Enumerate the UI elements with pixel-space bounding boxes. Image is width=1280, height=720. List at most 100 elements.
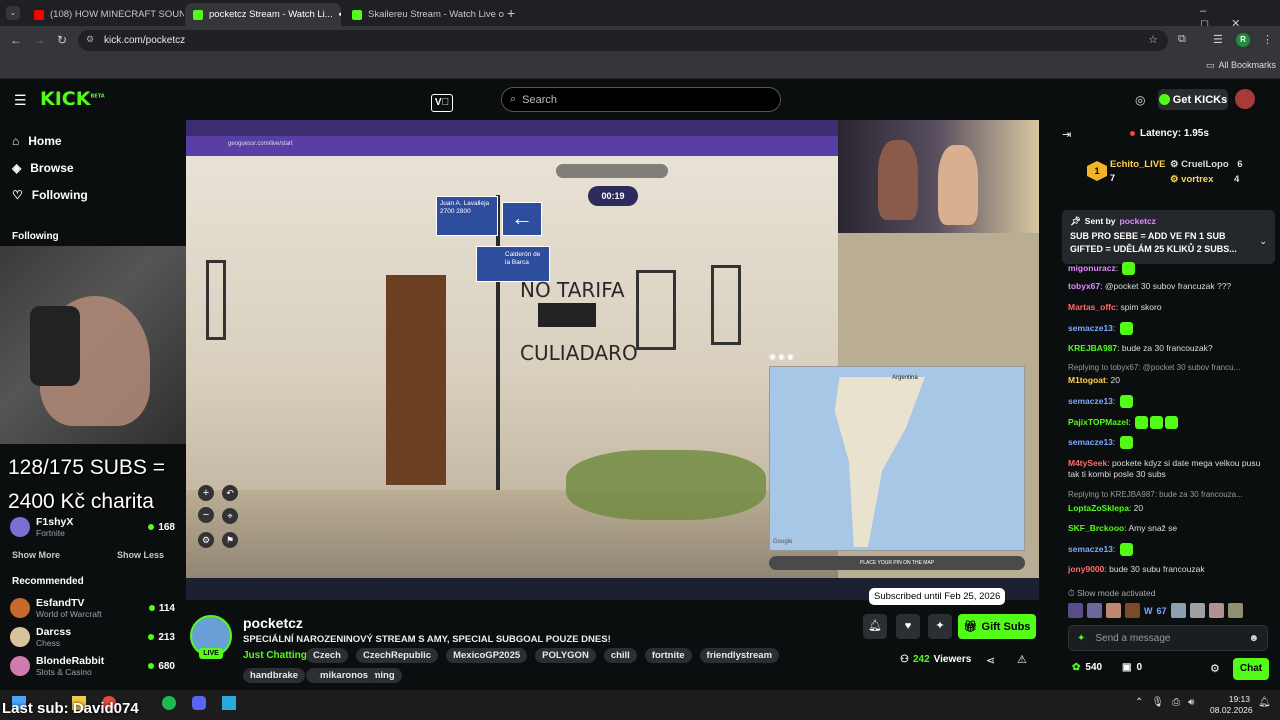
kick-emote-icon[interactable] (1165, 416, 1179, 429)
tag[interactable]: MexicoGP2025 (446, 648, 528, 663)
show-more-button[interactable]: Show More (12, 550, 60, 560)
chat-username[interactable]: semacze13 (1068, 437, 1113, 447)
share-icon[interactable]: ⋖ (986, 654, 995, 667)
bookmark-star-icon[interactable]: ☆ (1148, 33, 1158, 46)
emote[interactable] (1208, 603, 1224, 618)
chat-username[interactable]: tobyx67 (1068, 281, 1100, 291)
emote[interactable] (1068, 603, 1083, 618)
chat-username[interactable]: PajixTOPMazel (1068, 417, 1128, 427)
kick-emote-icon[interactable] (1122, 262, 1136, 275)
spotify-icon[interactable] (162, 696, 176, 710)
discord-icon[interactable] (192, 696, 206, 710)
video-player[interactable]: geoguessr.com/live/start Juan A. Lavalle… (186, 120, 1039, 600)
kick-emote-icon[interactable] (1119, 543, 1133, 556)
chat-username[interactable]: migonuracz (1068, 263, 1116, 273)
kick-logo[interactable]: KICKBETA (40, 88, 105, 110)
tag[interactable]: chill (603, 648, 637, 663)
send-message-input[interactable]: ✦ Send a message ☻ (1068, 625, 1268, 651)
report-icon[interactable]: ⚠ (1017, 653, 1027, 666)
chat-username[interactable]: KREJBA987 (1068, 343, 1117, 353)
forward-icon[interactable]: → (33, 33, 45, 47)
tag[interactable]: handbrake (243, 668, 306, 683)
leaderboard-entry[interactable]: ⚙ CruelLopo 6 (1170, 159, 1243, 170)
leaderboard-entry[interactable]: ⚙ vortrex 4 (1170, 174, 1239, 185)
search-input[interactable]: ⌕ Search (501, 87, 781, 112)
recommended-channel[interactable]: Darcss Chess 213 (10, 625, 175, 649)
notification-icon[interactable]: 🔔︎ (1258, 697, 1271, 708)
chat-username[interactable]: semacze13 (1068, 323, 1113, 333)
zoom-out-button[interactable]: − (198, 507, 214, 523)
collapse-chat-icon[interactable]: ⇥ (1062, 128, 1071, 141)
more-menu-icon[interactable]: ⋮ (1262, 33, 1273, 46)
chat-username[interactable]: LoptaZoSklepa (1068, 503, 1129, 513)
leaderboard-name[interactable]: Echito_LIVE (1110, 159, 1165, 170)
reading-list-icon[interactable]: ☰ (1213, 33, 1223, 46)
profile-avatar[interactable]: R (1236, 33, 1250, 47)
drops-icon[interactable]: ◎ (1135, 93, 1145, 107)
chat-username[interactable]: M4tySeek (1068, 458, 1107, 468)
emote[interactable] (1227, 603, 1243, 618)
follow-heart-icon[interactable]: ♥ (896, 614, 920, 639)
hamburger-menu-icon[interactable]: ☰ (14, 92, 27, 109)
streamer-name[interactable]: pocketcz (243, 615, 303, 631)
tag[interactable]: CzechRepublic (355, 648, 439, 663)
nav-home[interactable]: ⌂ Home (12, 134, 62, 148)
emote[interactable] (1125, 603, 1140, 618)
browser-tab-0[interactable]: (108) HOW MINECRAFT SOUN... × (26, 3, 184, 26)
all-bookmarks-button[interactable]: ▭ All Bookmarks (1206, 60, 1276, 71)
tag[interactable]: friendlystream (699, 648, 780, 663)
place-pin-button[interactable]: PLACE YOUR PIN ON THE MAP (769, 556, 1025, 570)
system-tray-icons[interactable]: ⌃🎙︎⎙🔊︎ (1135, 697, 1202, 708)
speaker-icon[interactable]: 🔊︎ (339, 9, 341, 20)
site-info-icon[interactable]: ⚙ (86, 34, 94, 45)
tag[interactable]: mikaronos (313, 668, 376, 683)
get-kicks-button[interactable]: Get KICKs (1158, 89, 1228, 110)
chat-username[interactable]: Martas_offc (1068, 302, 1116, 312)
nav-following[interactable]: ♡ Following (12, 188, 88, 202)
reload-icon[interactable]: ↻ (57, 33, 67, 47)
new-tab-button[interactable]: + (507, 5, 515, 21)
flag-icon[interactable]: ⚑ (222, 532, 238, 548)
show-less-button[interactable]: Show Less (117, 550, 164, 560)
chat-username[interactable]: semacze13 (1068, 544, 1113, 554)
notification-bell-icon[interactable]: 🔔︎ (863, 614, 887, 639)
chat-username[interactable]: M1togoat (1068, 375, 1106, 385)
tag[interactable]: fortnite (644, 648, 692, 663)
tag[interactable]: POLYGON (535, 648, 596, 663)
browser-tab-2[interactable]: Skailereu Stream - Watch Live o... × (344, 3, 504, 26)
app-icon[interactable] (222, 696, 236, 710)
kick-emote-icon[interactable] (1119, 322, 1133, 335)
location-pin-icon[interactable]: ⌖ (222, 508, 238, 524)
chevron-down-icon[interactable]: ⌄ (1259, 236, 1267, 247)
nav-browse[interactable]: ◈ Browse (12, 161, 74, 175)
theater-mode-icon[interactable]: V⃞ (431, 94, 453, 112)
kick-emote-icon[interactable] (1150, 416, 1164, 429)
emote-strip[interactable]: W 67 (1068, 602, 1276, 619)
kick-emote-icon[interactable] (1119, 395, 1133, 408)
undo-icon[interactable]: ↶ (222, 485, 238, 501)
chat-username[interactable]: jony9000 (1068, 564, 1104, 574)
gift-subs-button[interactable]: 🎁︎ Gift Subs (958, 614, 1036, 639)
clock[interactable]: 19:13 08.02.2026 (1210, 694, 1253, 716)
points-balance[interactable]: ▣ 0 (1122, 662, 1142, 673)
settings-icon[interactable]: ⚙ (198, 532, 214, 548)
browser-tab-1[interactable]: pocketcz Stream - Watch Li... 🔊︎ × (185, 3, 341, 26)
extensions-icon[interactable]: ⧉ (1178, 33, 1186, 46)
emoji-icon[interactable]: ☻ (1248, 633, 1259, 644)
chat-username[interactable]: SKF_Brckooo (1068, 523, 1124, 533)
chat-send-button[interactable]: Chat (1233, 658, 1269, 680)
emote-w[interactable]: W (1144, 606, 1153, 616)
map-size-controls[interactable]: ◉◉◉ (769, 352, 809, 366)
kick-emote-icon[interactable] (1119, 436, 1133, 449)
kicks-balance[interactable]: ✿ 540 (1072, 662, 1102, 673)
kick-emote-icon[interactable] (1135, 416, 1149, 429)
emote[interactable] (1170, 603, 1186, 618)
chat-settings-icon[interactable]: ⚙ (1210, 662, 1220, 675)
emote[interactable] (1189, 603, 1205, 618)
address-bar[interactable]: ⚙ kick.com/pocketcz ☆ (78, 30, 1168, 51)
tab-search-icon[interactable]: ⌄ (6, 6, 20, 20)
pinned-message[interactable]: 📌︎ Sent by pocketcz SUB PRO SEBE = ADD VE … (1062, 210, 1275, 264)
emote[interactable] (1106, 603, 1121, 618)
emote[interactable] (1087, 603, 1102, 618)
guess-map[interactable]: Argentina Google (769, 366, 1025, 551)
